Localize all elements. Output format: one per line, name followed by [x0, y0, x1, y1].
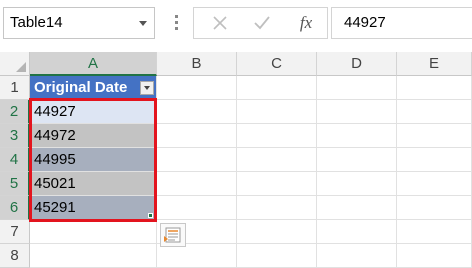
cell-d3[interactable]: [317, 124, 397, 148]
table-header-cell[interactable]: Original Date: [30, 76, 157, 100]
select-all-button[interactable]: [0, 52, 30, 76]
cell-b5[interactable]: [157, 172, 237, 196]
x-icon: [213, 16, 227, 30]
cell-c6[interactable]: [237, 196, 317, 220]
spreadsheet-grid: A B C D E 1 2 3 4 5 6 7 8 Original Date …: [0, 52, 472, 268]
row-header-1[interactable]: 1: [0, 76, 30, 100]
cell-d1[interactable]: [317, 76, 397, 100]
insert-function-button[interactable]: fx: [286, 8, 326, 38]
cell-c8[interactable]: [237, 244, 317, 268]
column-header-a[interactable]: A: [30, 52, 157, 76]
quick-analysis-icon: [164, 227, 181, 243]
cell-e7[interactable]: [397, 220, 472, 244]
filter-dropdown-button[interactable]: [140, 81, 154, 95]
column-header-d[interactable]: D: [317, 52, 397, 76]
row-header-6[interactable]: 6: [0, 196, 30, 220]
cell-e8[interactable]: [397, 244, 472, 268]
chevron-down-icon[interactable]: [139, 21, 147, 26]
cell-e6[interactable]: [397, 196, 472, 220]
cell-b4[interactable]: [157, 148, 237, 172]
cell-d4[interactable]: [317, 148, 397, 172]
fill-handle[interactable]: [148, 213, 153, 218]
cell-b6[interactable]: [157, 196, 237, 220]
cell-c5[interactable]: [237, 172, 317, 196]
cell-d8[interactable]: [317, 244, 397, 268]
column-header-b[interactable]: B: [157, 52, 237, 76]
quick-analysis-button[interactable]: [160, 223, 186, 247]
column-header-c[interactable]: C: [237, 52, 317, 76]
row-header-8[interactable]: 8: [0, 244, 30, 268]
cell-d2[interactable]: [317, 100, 397, 124]
row-header-2[interactable]: 2: [0, 100, 30, 124]
enter-button[interactable]: [242, 8, 282, 38]
filter-arrow-icon: [144, 86, 150, 90]
cell-c1[interactable]: [237, 76, 317, 100]
row-header-7[interactable]: 7: [0, 220, 30, 244]
cell-b2[interactable]: [157, 100, 237, 124]
cell-b1[interactable]: [157, 76, 237, 100]
cell-e3[interactable]: [397, 124, 472, 148]
cell-d5[interactable]: [317, 172, 397, 196]
column-header-e[interactable]: E: [397, 52, 472, 76]
checkmark-icon: [254, 16, 270, 30]
cell-d6[interactable]: [317, 196, 397, 220]
formula-input[interactable]: 44927: [331, 7, 472, 39]
row-header-4[interactable]: 4: [0, 148, 30, 172]
cell-d7[interactable]: [317, 220, 397, 244]
table-header-label: Original Date: [34, 79, 128, 96]
cell-c7[interactable]: [237, 220, 317, 244]
cell-c2[interactable]: [237, 100, 317, 124]
formula-buttons: fx: [193, 7, 328, 39]
cell-b3[interactable]: [157, 124, 237, 148]
row-header-3[interactable]: 3: [0, 124, 30, 148]
cell-c3[interactable]: [237, 124, 317, 148]
cell-e4[interactable]: [397, 148, 472, 172]
name-box[interactable]: Table14: [3, 7, 155, 39]
name-box-value: Table14: [10, 14, 63, 31]
cancel-button[interactable]: [200, 8, 240, 38]
formula-bar-row: Table14 fx 44927: [0, 0, 472, 47]
select-all-icon: [16, 62, 26, 72]
cell-a7[interactable]: [30, 220, 157, 244]
cell-e5[interactable]: [397, 172, 472, 196]
selection-highlight: [29, 98, 157, 222]
cell-e1[interactable]: [397, 76, 472, 100]
cell-e2[interactable]: [397, 100, 472, 124]
row-header-5[interactable]: 5: [0, 172, 30, 196]
cell-c4[interactable]: [237, 148, 317, 172]
cell-a8[interactable]: [30, 244, 157, 268]
more-options-icon[interactable]: [175, 13, 179, 33]
